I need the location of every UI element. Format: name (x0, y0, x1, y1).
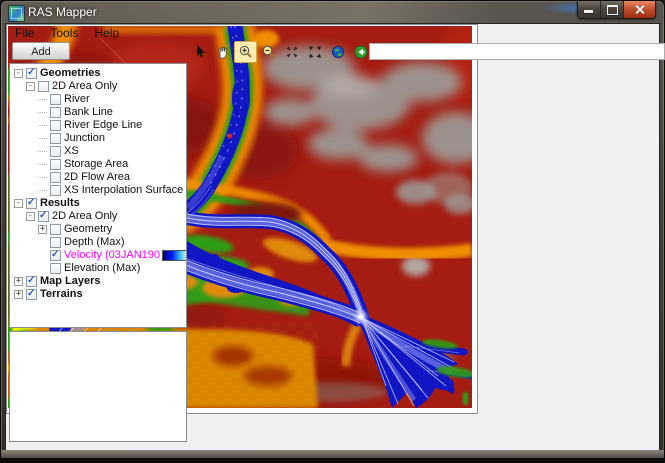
tree-item-elevation-max[interactable]: Elevation (Max) (10, 262, 186, 275)
checkbox-icon[interactable] (50, 237, 61, 248)
tree-connector (38, 160, 47, 169)
web-imagery-tool-button[interactable] (326, 41, 349, 63)
collapse-icon[interactable]: - (26, 212, 35, 221)
close-button[interactable] (624, 1, 655, 18)
tree-item-geometries[interactable]: -Geometries (10, 67, 186, 80)
checkbox-icon[interactable] (50, 159, 61, 170)
tree-connector (38, 186, 47, 195)
tree-item-junction[interactable]: Junction (10, 132, 186, 145)
checkbox-checked-icon[interactable] (38, 211, 49, 222)
select-tool-button[interactable] (188, 41, 211, 63)
tree-item-river-edge-line[interactable]: River Edge Line (10, 119, 186, 132)
layer-tree: -Geometries -2D Area Only River Bank Lin… (10, 64, 186, 301)
desktop: RAS Mapper File Tools Help Add Data ... (0, 0, 665, 463)
collapse-icon[interactable]: - (14, 69, 23, 78)
tree-item-depth-max[interactable]: Depth (Max) (10, 236, 186, 249)
app-icon (8, 5, 25, 22)
expand-icon[interactable]: + (14, 290, 23, 299)
tree-connector (38, 147, 47, 156)
title-bar[interactable]: RAS Mapper (1, 1, 664, 23)
arrows-inward-icon (284, 44, 300, 60)
zoom-in-tool-button[interactable] (234, 41, 257, 63)
menu-file[interactable]: File (8, 25, 41, 41)
tree-item-results[interactable]: -Results (10, 197, 186, 210)
checkbox-icon[interactable] (50, 107, 61, 118)
window-title: RAS Mapper (28, 5, 97, 19)
add-data-button[interactable]: Add Data ... (12, 42, 70, 60)
tree-connector (38, 134, 47, 143)
tree-item-xs[interactable]: XS (10, 145, 186, 158)
expand-icon[interactable]: + (14, 277, 23, 286)
tree-item-river[interactable]: River (10, 93, 186, 106)
back-arrow-icon (353, 44, 369, 60)
maximize-button[interactable] (601, 1, 624, 18)
menu-bar: File Tools Help (6, 24, 659, 41)
zoom-extents-tool-button[interactable] (303, 41, 326, 63)
arrows-outward-icon (307, 44, 323, 60)
minimize-icon (584, 10, 593, 13)
layer-tree-panel: -Geometries -2D Area Only River Bank Lin… (9, 63, 187, 328)
checkbox-icon[interactable] (50, 94, 61, 105)
zoom-window-tool-button[interactable] (280, 41, 303, 63)
menu-help[interactable]: Help (87, 25, 126, 41)
globe-icon (330, 44, 346, 60)
collapse-icon[interactable]: - (26, 82, 35, 91)
tree-item-2d-area-only[interactable]: -2D Area Only (10, 80, 186, 93)
tree-connector (38, 108, 47, 117)
layer-properties-panel (9, 331, 187, 442)
status-box[interactable] (369, 43, 665, 60)
tree-item-bank-line[interactable]: Bank Line (10, 106, 186, 119)
checkbox-checked-icon[interactable] (26, 276, 37, 287)
checkbox-checked-icon[interactable] (26, 198, 37, 209)
tree-item-storage-area[interactable]: Storage Area (10, 158, 186, 171)
checkbox-checked-icon[interactable] (26, 68, 37, 79)
checkbox-icon[interactable] (50, 185, 61, 196)
tree-connector (38, 173, 47, 182)
checkbox-icon[interactable] (50, 263, 61, 274)
zoom-out-tool-button[interactable] (257, 41, 280, 63)
close-icon (634, 4, 645, 15)
hand-icon (215, 44, 231, 60)
checkbox-icon[interactable] (50, 146, 61, 157)
velocity-color-ramp (162, 250, 187, 261)
zoom-in-icon (238, 44, 254, 60)
checkbox-icon[interactable] (50, 120, 61, 131)
menu-tools[interactable]: Tools (43, 25, 85, 41)
tree-item-2d-flow-area[interactable]: 2D Flow Area (10, 171, 186, 184)
tree-item-terrains[interactable]: +Terrains (10, 288, 186, 301)
checkbox-icon[interactable] (50, 224, 61, 235)
maximize-icon (607, 5, 618, 15)
tree-item-results-2d-area-only[interactable]: -2D Area Only (10, 210, 186, 223)
tree-item-xs-interpolation-surface[interactable]: XS Interpolation Surface (10, 184, 186, 197)
window-bottom-edge (1, 458, 664, 462)
checkbox-icon[interactable] (50, 133, 61, 144)
tree-item-results-geometry[interactable]: +Geometry (10, 223, 186, 236)
zoom-out-icon (261, 44, 277, 60)
tree-item-map-layers[interactable]: +Map Layers (10, 275, 186, 288)
checkbox-checked-icon[interactable] (50, 250, 61, 261)
toolbar: Add Data ... (6, 41, 659, 63)
collapse-icon[interactable]: - (14, 199, 23, 208)
checkbox-icon[interactable] (50, 172, 61, 183)
tree-item-velocity[interactable]: Velocity (03JAN190 (10, 249, 186, 262)
tree-connector (38, 121, 47, 130)
expand-icon[interactable]: + (38, 225, 47, 234)
tree-connector (38, 95, 47, 104)
caption-buttons (577, 1, 656, 19)
cursor-icon (192, 44, 208, 60)
checkbox-icon[interactable] (38, 81, 49, 92)
checkbox-checked-icon[interactable] (26, 289, 37, 300)
client-area: File Tools Help Add Data ... (5, 23, 660, 451)
ras-mapper-window: RAS Mapper File Tools Help Add Data ... (0, 0, 665, 463)
pan-tool-button[interactable] (211, 41, 234, 63)
minimize-button[interactable] (578, 1, 601, 18)
